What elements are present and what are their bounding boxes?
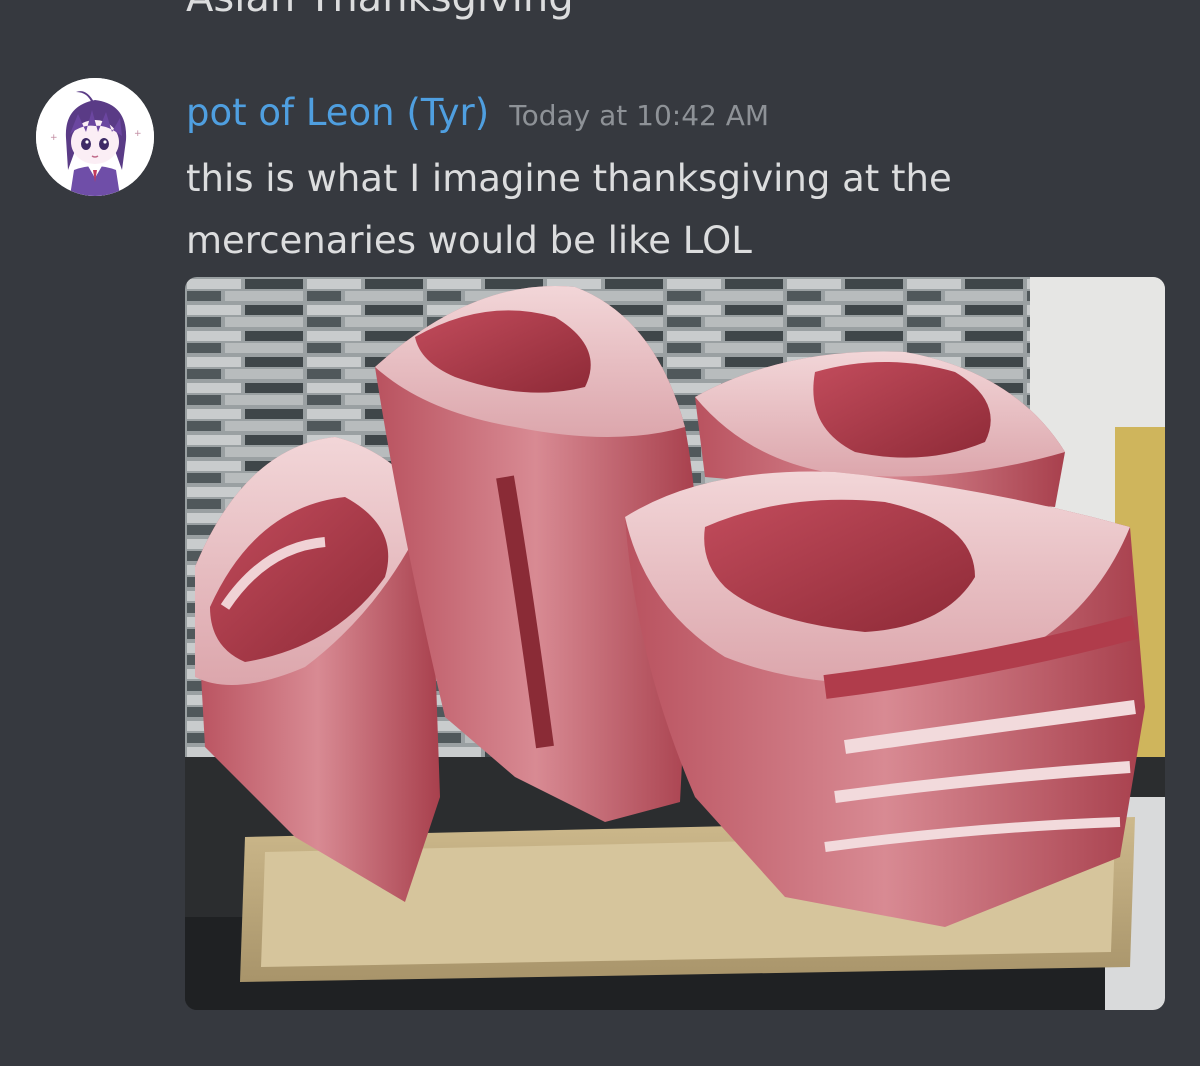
message-content: this is what I imagine thanksgiving at t…: [186, 157, 952, 262]
message-header: pot of Leon (Tyr) Today at 10:42 AM: [186, 90, 769, 143]
svg-text:+: +: [50, 133, 58, 143]
svg-text:+: +: [134, 129, 142, 139]
anime-character-avatar-icon: + +: [36, 78, 154, 196]
image-attachment[interactable]: [185, 277, 1165, 1010]
user-avatar[interactable]: + +: [36, 78, 154, 196]
username[interactable]: pot of Leon (Tyr): [186, 91, 489, 134]
chat-view: Asian Thanksgiving + +: [0, 0, 1200, 1066]
previous-message-text: Asian Thanksgiving: [186, 0, 574, 18]
raw-prime-rib-roasts-photo: [185, 277, 1165, 1010]
message-timestamp[interactable]: Today at 10:42 AM: [509, 99, 769, 132]
